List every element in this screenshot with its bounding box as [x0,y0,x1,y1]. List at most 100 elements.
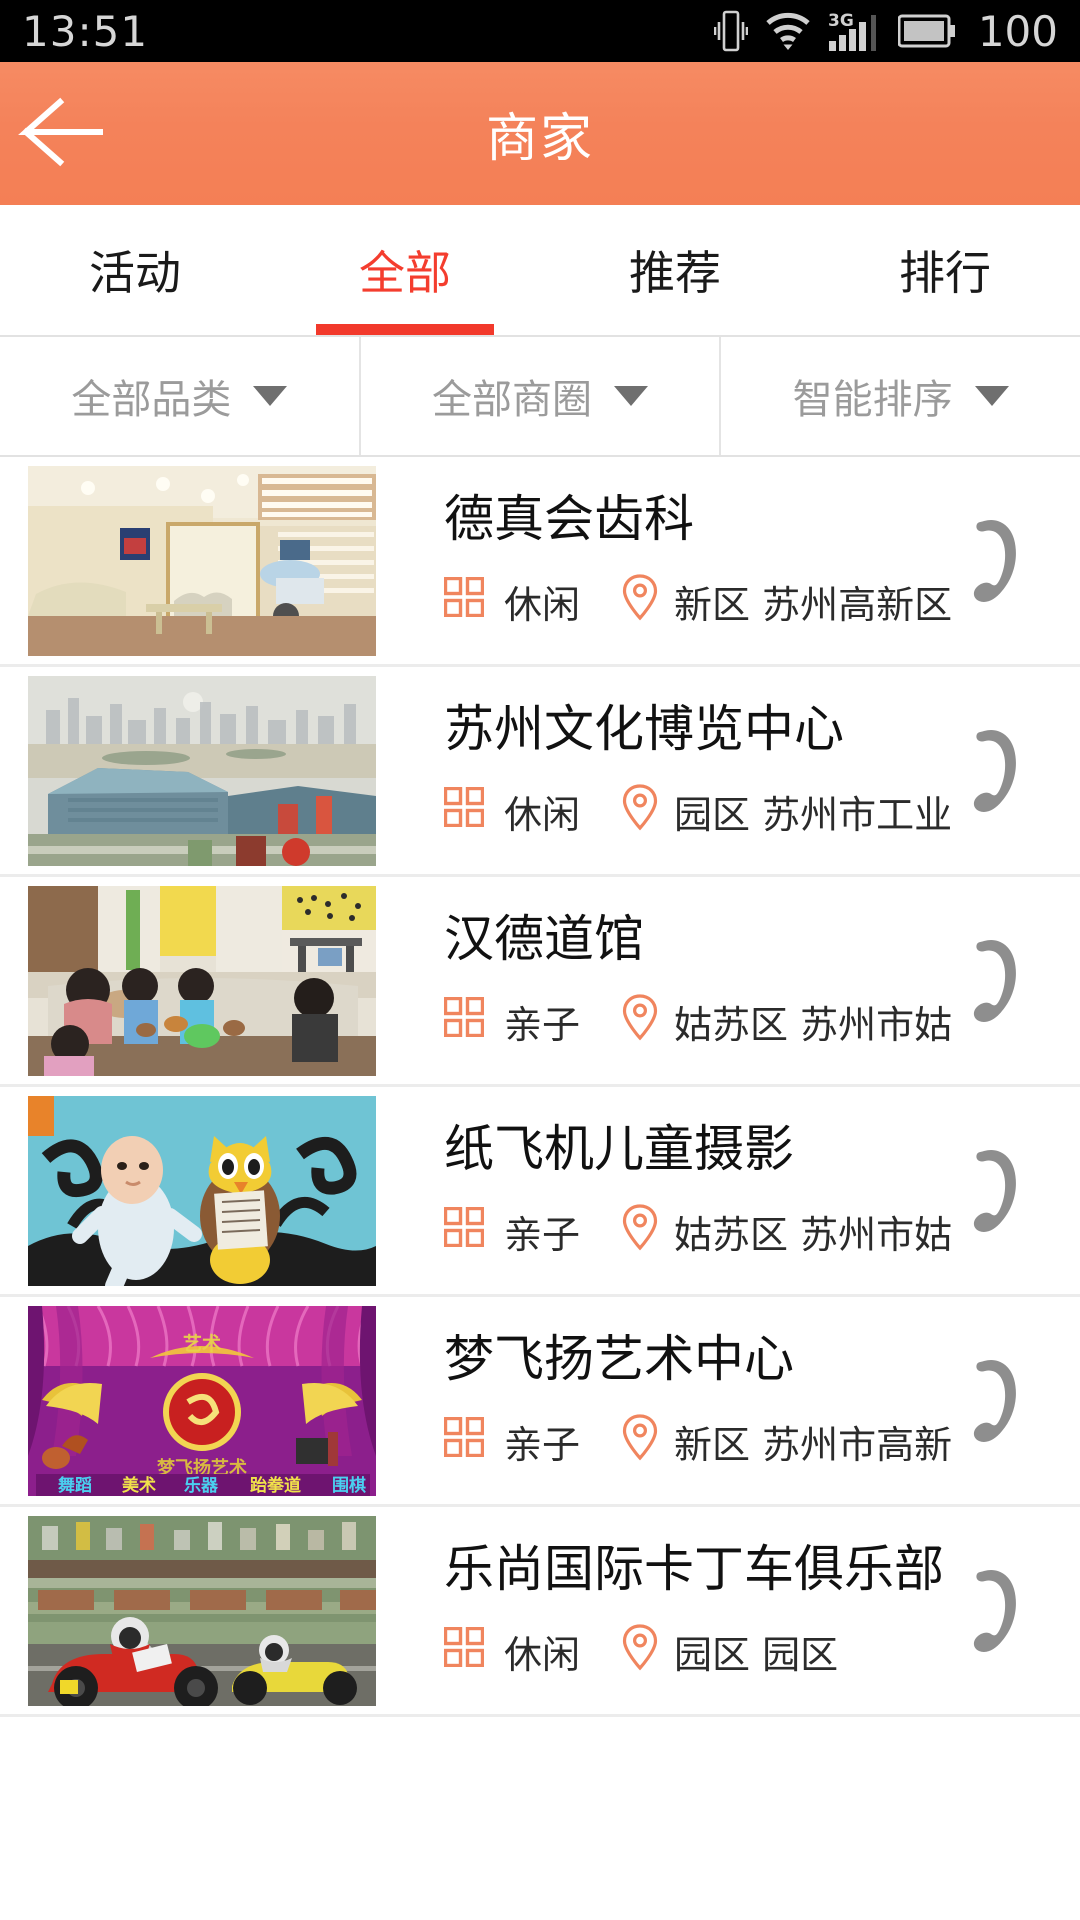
merchant-thumbnail [28,675,376,866]
svg-text:3G: 3G [828,11,854,31]
merchant-name: 梦飞扬艺术中心 [444,1331,794,1387]
svg-text:围棋: 围棋 [332,1475,366,1496]
phone-icon [962,1355,1032,1447]
filter-sort-label: 智能排序 [792,377,953,423]
merchant-address: 园区 苏州市工业 .. [674,792,962,837]
filter-sort[interactable]: 智能排序 [721,337,1080,455]
merchant-meta: 亲子 新区 苏州市高新 .. [443,1413,962,1470]
battery-icon [897,13,956,49]
location-pin-icon [622,573,658,630]
dental-clinic-interior-image [28,465,376,656]
page-title: 商家 [485,109,594,169]
merchant-category: 休闲 [504,582,581,627]
merchant-meta: 休闲 园区 园区 [443,1623,962,1680]
location-pin-icon [622,783,658,840]
call-button[interactable] [962,1516,1080,1706]
wifi-icon [764,11,812,51]
chevron-down-icon [974,386,1009,406]
chevron-down-icon [253,386,288,406]
filter-district-label: 全部商圈 [432,377,592,423]
tab-tuijian[interactable]: 推荐 [540,205,810,335]
baby-owl-photo-image [28,1095,376,1286]
svg-text:跆拳道: 跆拳道 [250,1475,301,1496]
phone-icon [962,725,1032,817]
battery-percent: 100 [977,6,1058,56]
phone-icon [962,1565,1032,1657]
merchant-name: 汉德道馆 [444,911,644,967]
grid-category-icon [443,786,485,836]
merchant-name: 苏州文化博览中心 [444,701,844,757]
tab-huodong[interactable]: 活动 [0,205,270,335]
svg-text:乐器: 乐器 [184,1476,219,1496]
call-button[interactable] [962,676,1080,866]
tab-quanbu[interactable]: 全部 [270,205,540,335]
merchant-info: 德真会齿科 休闲 新区 苏州高新区 .. [376,466,962,656]
list-item[interactable]: 纸飞机儿童摄影 亲子 姑苏区 苏州市姑 .. [0,1087,1080,1297]
merchant-info: 梦飞扬艺术中心 亲子 新区 苏州市高新 .. [376,1306,962,1496]
grid-category-icon [443,576,485,626]
phone-icon [962,1145,1032,1237]
merchant-meta: 休闲 新区 苏州高新区 .. [443,573,962,630]
call-button[interactable] [962,466,1080,656]
svg-text:艺术: 艺术 [183,1333,221,1355]
list-item[interactable]: 艺术 梦飞扬艺术 舞蹈 美术 乐器 跆拳道 围棋 梦飞扬艺术中心 亲子 新区 苏… [0,1297,1080,1507]
merchant-category: 亲子 [504,1002,581,1047]
list-item[interactable]: 德真会齿科 休闲 新区 苏州高新区 .. [0,457,1080,667]
merchant-category: 亲子 [504,1422,581,1467]
list-item[interactable]: 汉德道馆 亲子 姑苏区 苏州市姑 .. [0,877,1080,1087]
go-kart-racing-image [28,1515,376,1706]
signal-3g-icon: 3G [828,9,882,53]
grid-category-icon [443,1206,485,1256]
vibrate-icon [713,8,748,54]
back-button[interactable] [0,62,120,205]
merchant-thumbnail [28,1095,376,1286]
merchant-meta: 亲子 姑苏区 苏州市姑 .. [443,1203,962,1260]
tab-bar: 活动 全部 推荐 排行 [0,205,1080,337]
list-item[interactable]: 苏州文化博览中心 休闲 园区 苏州市工业 .. [0,667,1080,877]
merchant-address: 姑苏区 苏州市姑 .. [674,1002,962,1047]
art-center-pink-banner-image: 艺术 梦飞扬艺术 舞蹈 美术 乐器 跆拳道 围棋 [28,1305,376,1496]
filter-category-label: 全部品类 [71,377,232,423]
suzhou-culture-center-image [28,675,376,866]
phone-icon [962,515,1032,607]
chevron-down-icon [614,386,648,406]
grid-category-icon [443,1416,485,1466]
merchant-info: 汉德道馆 亲子 姑苏区 苏州市姑 .. [376,886,962,1076]
grid-category-icon [443,996,485,1046]
merchant-info: 苏州文化博览中心 休闲 园区 苏州市工业 .. [376,676,962,866]
location-pin-icon [622,993,658,1050]
grid-category-icon [443,1626,485,1676]
merchant-name: 乐尚国际卡丁车俱乐部 [444,1541,944,1597]
merchant-category: 休闲 [504,792,581,837]
call-button[interactable] [962,1306,1080,1496]
list-item[interactable]: 乐尚国际卡丁车俱乐部 休闲 园区 园区 [0,1507,1080,1717]
merchant-address: 新区 苏州高新区 .. [674,582,962,627]
merchant-address: 新区 苏州市高新 .. [674,1422,962,1467]
merchant-thumbnail [28,465,376,656]
merchant-info: 乐尚国际卡丁车俱乐部 休闲 园区 园区 [376,1516,962,1706]
back-arrow-icon [16,96,104,172]
merchant-name: 纸飞机儿童摄影 [444,1121,794,1177]
merchant-thumbnail [28,1515,376,1706]
merchant-meta: 亲子 姑苏区 苏州市姑 .. [443,993,962,1050]
call-button[interactable] [962,1096,1080,1286]
svg-text:舞蹈: 舞蹈 [58,1475,92,1496]
location-pin-icon [622,1203,658,1260]
phone-icon [962,935,1032,1027]
merchant-address: 园区 园区 [674,1632,839,1677]
call-button[interactable] [962,886,1080,1076]
kids-sand-play-classroom-image [28,885,376,1076]
status-bar: 13:51 3G 100 [0,0,1080,62]
svg-text:美术: 美术 [122,1475,156,1496]
tab-paihang[interactable]: 排行 [810,205,1080,335]
filter-district[interactable]: 全部商圈 [361,337,722,455]
status-clock: 13:51 [22,6,149,56]
app-header: 商家 [0,62,1080,205]
merchant-list: 德真会齿科 休闲 新区 苏州高新区 .. 苏州文化博览中心 休闲 园区 苏州市工… [0,457,1080,1717]
location-pin-icon [622,1623,658,1680]
merchant-info: 纸飞机儿童摄影 亲子 姑苏区 苏州市姑 .. [376,1096,962,1286]
merchant-meta: 休闲 园区 苏州市工业 .. [443,783,962,840]
filter-bar: 全部品类 全部商圈 智能排序 [0,337,1080,457]
filter-category[interactable]: 全部品类 [0,337,361,455]
location-pin-icon [622,1413,658,1470]
